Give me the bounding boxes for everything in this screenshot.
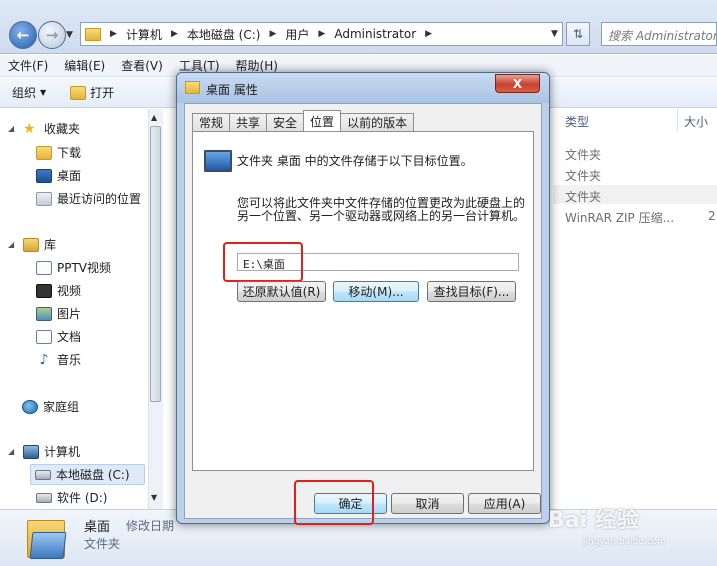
move-description: 您可以将此文件夹中文件存储的位置更改为此硬盘上的另一个位置、另一个驱动器或网络上…	[237, 196, 526, 223]
list-item-size[interactable]: 2	[708, 209, 716, 223]
navigation-pane: ◢ ★ 收藏夹 下载 桌面 最近访问的位置 ◢ 库 PPTV视频 视频 图片 文档 ♪…	[0, 109, 163, 509]
search-input[interactable]: 搜索 Administrator	[601, 22, 717, 46]
breadcrumb-drive-c[interactable]: 本地磁盘 (C:) ▶	[187, 26, 277, 43]
nav-music[interactable]: ♪ 音乐	[36, 351, 81, 368]
nav-pictures[interactable]: 图片	[36, 305, 81, 322]
list-item-type[interactable]: WinRAR ZIP 压缩...	[565, 209, 674, 226]
organize-button[interactable]: 组织 ▼	[0, 84, 58, 101]
location-tab-panel: 文件夹 桌面 中的文件存储于以下目标位置。 您可以将此文件夹中文件存储的位置更改…	[192, 131, 534, 471]
dialog-body: 常规 共享 安全 位置 以前的版本 文件夹 桌面 中的文件存储于以下目标位置。 …	[184, 103, 542, 525]
list-item-type[interactable]: 文件夹	[565, 146, 601, 163]
star-icon: ★	[23, 120, 36, 137]
expand-icon[interactable]: ◢	[8, 447, 18, 456]
details-type: 文件夹	[84, 537, 121, 551]
location-description: 文件夹 桌面 中的文件存储于以下目标位置。	[237, 154, 473, 168]
restore-default-button[interactable]: 还原默认值(R)	[237, 281, 326, 302]
refresh-icon: ⇅	[572, 27, 584, 41]
list-item-type[interactable]: 文件夹	[565, 188, 601, 205]
chevron-right-icon[interactable]: ▶	[269, 29, 276, 39]
address-dropdown[interactable]: ▼	[551, 29, 558, 39]
desktop-icon	[204, 150, 232, 172]
dialog-titlebar[interactable]: 桌面 属性 X	[177, 73, 549, 103]
highlight-box-ok	[294, 480, 374, 525]
address-bar-area: ← → ▼ ▶ 计算机 ▶ 本地磁盘 (C:) ▶ 用户 ▶ Administrato…	[0, 0, 717, 54]
music-icon: ♪	[39, 351, 49, 368]
details-modified-label: 修改日期	[126, 519, 175, 533]
recent-places-icon	[36, 191, 52, 206]
chevron-down-icon: ▼	[40, 88, 47, 97]
chevron-right-icon[interactable]: ▶	[110, 29, 117, 39]
tab-previous-versions[interactable]: 以前的版本	[340, 113, 415, 131]
watermark-url: jingyan.baidu.com	[583, 537, 667, 547]
forward-button[interactable]: →	[38, 21, 66, 49]
computer-icon	[23, 444, 39, 459]
nav-drive-d[interactable]: 软件 (D:)	[36, 489, 107, 506]
nav-pptv[interactable]: PPTV视频	[36, 259, 111, 276]
video-icon	[36, 283, 52, 298]
tab-general[interactable]: 常规	[192, 113, 231, 131]
breadcrumb-users[interactable]: 用户 ▶	[285, 26, 325, 43]
column-header-type[interactable]: 类型	[565, 113, 589, 130]
nav-desktop[interactable]: 桌面	[36, 167, 81, 184]
drive-icon	[35, 469, 51, 480]
chevron-right-icon[interactable]: ▶	[318, 29, 325, 39]
chevron-right-icon[interactable]: ▶	[425, 29, 432, 39]
nav-recent[interactable]: 最近访问的位置	[36, 190, 141, 207]
nav-documents[interactable]: 文档	[36, 328, 81, 345]
desktop-icon	[36, 168, 52, 183]
nav-libraries[interactable]: ◢ 库	[8, 236, 56, 253]
documents-icon	[36, 329, 52, 344]
folder-icon	[85, 27, 101, 41]
close-button[interactable]: X	[495, 74, 540, 93]
find-target-button[interactable]: 查找目标(F)...	[427, 281, 516, 302]
address-field[interactable]: ▶ 计算机 ▶ 本地磁盘 (C:) ▶ 用户 ▶ Administrator ▶	[80, 22, 563, 46]
scroll-up-arrow-icon[interactable]: ▲	[151, 113, 157, 122]
menu-view[interactable]: 查看(V)	[113, 57, 171, 74]
pptv-library-icon	[36, 260, 52, 275]
watermark-logo: Bai 经验	[548, 508, 639, 533]
breadcrumb-administrator[interactable]: Administrator ▶	[334, 27, 432, 41]
breadcrumb-computer[interactable]: 计算机 ▶	[126, 26, 178, 43]
nav-favorites[interactable]: ◢ ★ 收藏夹	[8, 120, 80, 137]
chevron-right-icon[interactable]: ▶	[171, 29, 178, 39]
nav-videos[interactable]: 视频	[36, 282, 81, 299]
close-icon: X	[512, 76, 523, 91]
cancel-button[interactable]: 取消	[391, 493, 464, 514]
folder-icon	[70, 85, 87, 100]
nav-computer[interactable]: ◢ 计算机	[8, 443, 80, 460]
library-icon	[23, 237, 39, 252]
scroll-down-arrow-icon[interactable]: ▼	[151, 493, 157, 502]
highlight-box-path	[223, 242, 303, 282]
folder-icon	[185, 81, 200, 94]
tab-sharing[interactable]: 共享	[229, 113, 268, 131]
expand-icon[interactable]: ◢	[8, 240, 18, 249]
menu-edit[interactable]: 编辑(E)	[56, 57, 113, 74]
expand-icon[interactable]: ◢	[8, 124, 18, 133]
recent-pages-dropdown[interactable]: ▼	[66, 30, 73, 40]
menu-file[interactable]: 文件(F)	[0, 57, 56, 74]
tab-security[interactable]: 安全	[266, 113, 305, 131]
nav-drive-c[interactable]: 本地磁盘 (C:)	[30, 464, 145, 485]
folder-icon	[27, 518, 67, 560]
details-name: 桌面	[84, 520, 111, 535]
move-button[interactable]: 移动(M)...	[333, 281, 419, 302]
downloads-folder-icon	[36, 145, 52, 160]
nav-downloads[interactable]: 下载	[36, 144, 81, 161]
dialog-title: 桌面 属性	[206, 83, 258, 97]
column-separator[interactable]	[677, 109, 678, 131]
list-item-type[interactable]: 文件夹	[565, 167, 601, 184]
refresh-button[interactable]: ⇅	[566, 22, 590, 46]
nav-homegroup[interactable]: 家庭组	[22, 398, 79, 415]
scrollbar-thumb[interactable]	[150, 126, 161, 402]
apply-button[interactable]: 应用(A)	[468, 493, 541, 514]
tab-location[interactable]: 位置	[303, 110, 342, 131]
open-button[interactable]: 打开	[58, 84, 126, 101]
pictures-icon	[36, 306, 52, 321]
tab-strip: 常规 共享 安全 位置 以前的版本	[192, 110, 415, 131]
homegroup-icon	[22, 399, 38, 414]
back-button[interactable]: ←	[9, 21, 37, 49]
properties-dialog: 桌面 属性 X 常规 共享 安全 位置 以前的版本 文件夹 桌面 中的文件存储于…	[176, 72, 550, 525]
drive-icon	[36, 492, 52, 503]
column-header-size[interactable]: 大小	[684, 113, 708, 130]
